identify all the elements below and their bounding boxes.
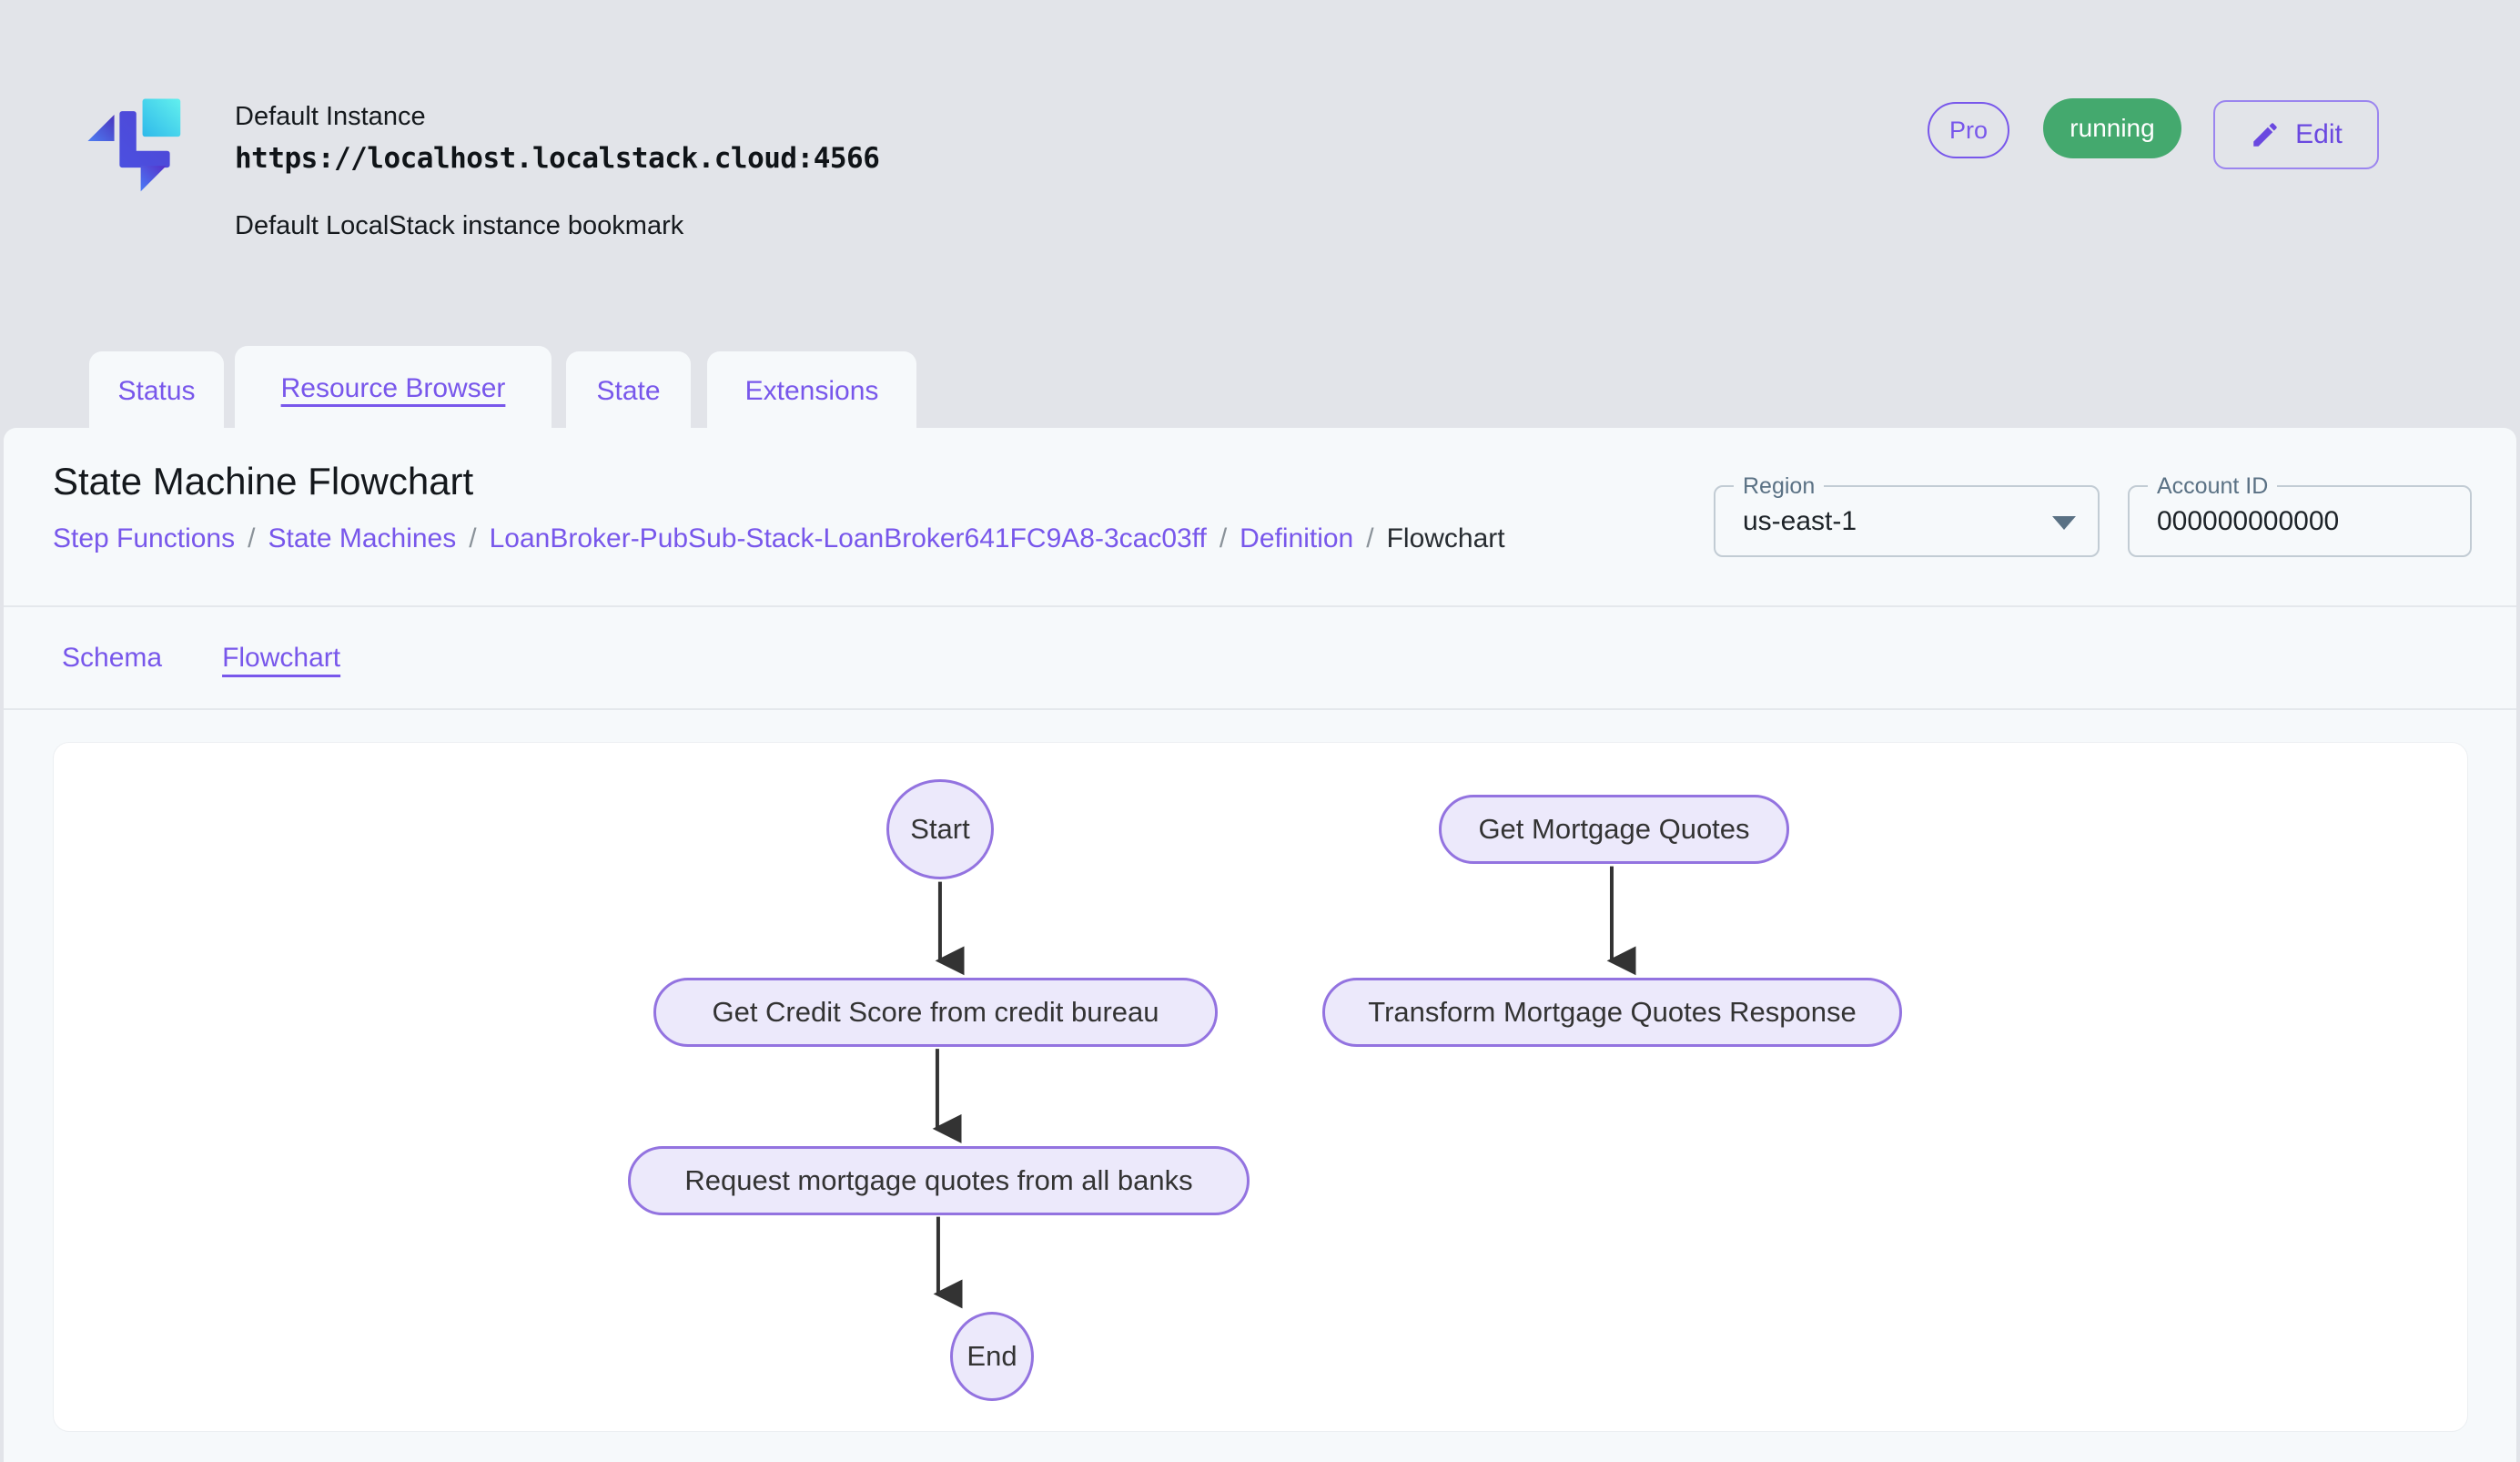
instance-name: Default Instance [235, 102, 426, 132]
region-select-value: us-east-1 [1743, 487, 1857, 555]
tab-state[interactable]: State [566, 351, 691, 431]
flowchart-node-end: End [950, 1312, 1034, 1401]
breadcrumb-current-flowchart: Flowchart [1387, 523, 1505, 554]
definition-subtabs: Schema Flowchart [58, 635, 344, 681]
flowchart-node-get-mortgage-quotes: Get Mortgage Quotes [1439, 795, 1789, 864]
flowchart-node-transform-response: Transform Mortgage Quotes Response [1322, 978, 1902, 1047]
edit-button[interactable]: Edit [2213, 100, 2379, 169]
account-id-field: Account ID [2128, 485, 2472, 557]
edit-button-label: Edit [2295, 119, 2343, 150]
subtab-schema-label: Schema [62, 643, 162, 673]
region-select[interactable]: Region us-east-1 [1714, 485, 2100, 557]
breadcrumb-separator: / [1366, 523, 1373, 554]
breadcrumb-separator: / [248, 523, 255, 554]
page-title: State Machine Flowchart [53, 460, 473, 503]
subtab-schema[interactable]: Schema [58, 635, 166, 681]
chevron-down-icon [2052, 516, 2076, 530]
flowchart-edges [54, 743, 2467, 1431]
tab-resource-browser[interactable]: Resource Browser [235, 346, 552, 431]
running-status-badge: running [2043, 98, 2181, 158]
pencil-icon [2250, 119, 2281, 150]
subtab-flowchart-label: Flowchart [222, 643, 340, 673]
breadcrumb-step-functions[interactable]: Step Functions [53, 523, 235, 554]
tab-state-label: State [596, 376, 660, 407]
breadcrumb-state-machine-id[interactable]: LoanBroker-PubSub-Stack-LoanBroker641FC9… [490, 523, 1207, 554]
subtab-flowchart[interactable]: Flowchart [218, 635, 344, 681]
instance-url: https://localhost.localstack.cloud:4566 [235, 142, 879, 175]
tab-resource-browser-label: Resource Browser [281, 373, 506, 404]
breadcrumb-separator: / [1220, 523, 1227, 554]
flowchart-canvas: Start Get Credit Score from credit burea… [53, 742, 2468, 1432]
account-id-input[interactable] [2157, 487, 2461, 555]
breadcrumb-definition[interactable]: Definition [1240, 523, 1353, 554]
subtabs-divider [4, 708, 2516, 710]
pro-badge: Pro [1928, 102, 2009, 158]
tab-status[interactable]: Status [89, 351, 224, 431]
breadcrumb: Step Functions / State Machines / LoanBr… [53, 523, 1505, 554]
tab-extensions[interactable]: Extensions [707, 351, 916, 431]
localstack-logo-icon [73, 85, 187, 199]
breadcrumb-state-machines[interactable]: State Machines [268, 523, 456, 554]
flowchart-node-start: Start [886, 779, 994, 879]
flowchart-node-request-quotes: Request mortgage quotes from all banks [628, 1146, 1250, 1215]
tab-status-label: Status [117, 376, 195, 407]
header-divider [4, 605, 2516, 607]
breadcrumb-separator: / [469, 523, 476, 554]
resource-browser-panel: State Machine Flowchart Step Functions /… [4, 428, 2516, 1462]
instance-description: Default LocalStack instance bookmark [235, 211, 683, 241]
tab-extensions-label: Extensions [745, 376, 879, 407]
flowchart-node-get-credit-score: Get Credit Score from credit bureau [653, 978, 1218, 1047]
